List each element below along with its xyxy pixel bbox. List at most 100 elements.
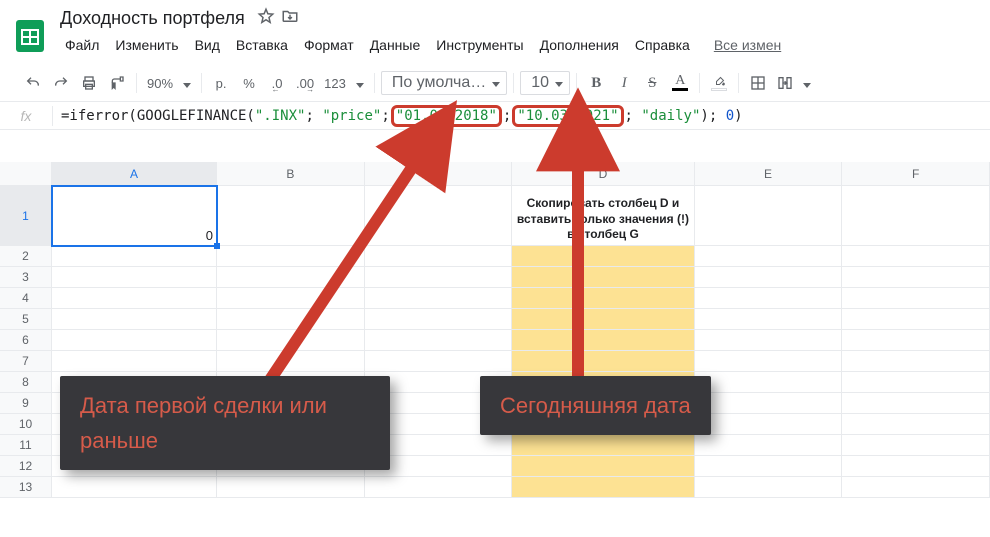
- row-header-9[interactable]: 9: [0, 393, 51, 414]
- last-edit-link[interactable]: Все измен: [707, 35, 788, 55]
- annotation-label-left: Дата первой сделки или раньше: [60, 376, 390, 470]
- cell[interactable]: [512, 435, 694, 456]
- menu-view[interactable]: Вид: [188, 35, 227, 55]
- cell[interactable]: [695, 309, 843, 330]
- cell[interactable]: [842, 246, 990, 267]
- cell[interactable]: [695, 288, 843, 309]
- cell[interactable]: [695, 351, 843, 372]
- cell[interactable]: [695, 267, 843, 288]
- col-header-F[interactable]: F: [842, 162, 990, 185]
- print-icon[interactable]: [76, 70, 102, 96]
- select-all-corner[interactable]: [0, 162, 52, 186]
- row-header-5[interactable]: 5: [0, 309, 51, 330]
- cell[interactable]: [842, 267, 990, 288]
- spreadsheet-grid: A B C D E F 1 2 3 4 5 6 7 8 9 10 11 12 1…: [0, 162, 990, 537]
- cell[interactable]: [842, 372, 990, 393]
- cell[interactable]: [842, 288, 990, 309]
- cell[interactable]: [695, 393, 843, 414]
- star-icon[interactable]: [257, 7, 275, 30]
- cell[interactable]: [695, 246, 843, 267]
- increase-decimals[interactable]: .00→: [292, 70, 318, 96]
- cell[interactable]: [52, 330, 217, 351]
- formula-bar: fx =iferror(GOOGLEFINANCE(".INX"; "price…: [0, 102, 990, 130]
- cell[interactable]: [842, 351, 990, 372]
- menu-addons[interactable]: Дополнения: [533, 35, 626, 55]
- menu-format[interactable]: Формат: [297, 35, 361, 55]
- cell[interactable]: [842, 309, 990, 330]
- cell[interactable]: [842, 477, 990, 498]
- col-header-E[interactable]: E: [695, 162, 843, 185]
- cell[interactable]: [842, 330, 990, 351]
- italic-button[interactable]: I: [611, 70, 637, 96]
- menu-edit[interactable]: Изменить: [108, 35, 185, 55]
- move-folder-icon[interactable]: [281, 7, 299, 30]
- menu-help[interactable]: Справка: [628, 35, 697, 55]
- sheets-logo-icon[interactable]: [8, 14, 52, 58]
- menu-tools[interactable]: Инструменты: [429, 35, 530, 55]
- cell[interactable]: [52, 477, 217, 498]
- cell[interactable]: [695, 414, 843, 435]
- caret-down-icon: [492, 74, 500, 92]
- cell[interactable]: [52, 267, 217, 288]
- row-header-13[interactable]: 13: [0, 477, 51, 498]
- cell[interactable]: [512, 456, 694, 477]
- doc-title[interactable]: Доходность портфеля: [58, 6, 251, 31]
- undo-icon[interactable]: [20, 70, 46, 96]
- format-percent[interactable]: %: [236, 70, 262, 96]
- row-header-10[interactable]: 10: [0, 414, 51, 435]
- column-headers: A B C D E F: [52, 162, 990, 186]
- cell-F1[interactable]: [842, 186, 990, 246]
- more-formats[interactable]: 123: [320, 70, 368, 96]
- cell-A1[interactable]: 0: [52, 186, 217, 246]
- zoom-select[interactable]: 90%: [143, 70, 195, 96]
- cell[interactable]: [842, 456, 990, 477]
- row-headers: 1 2 3 4 5 6 7 8 9 10 11 12 13: [0, 186, 52, 498]
- row-header-3[interactable]: 3: [0, 267, 51, 288]
- cell-E1[interactable]: [695, 186, 843, 246]
- formula-input[interactable]: =iferror(GOOGLEFINANCE(".INX"; "price";"…: [53, 105, 990, 127]
- font-family-select[interactable]: По умолча…: [381, 71, 507, 95]
- row-header-12[interactable]: 12: [0, 456, 51, 477]
- merge-cells-button[interactable]: [773, 70, 815, 96]
- borders-button[interactable]: [745, 70, 771, 96]
- row-header-1[interactable]: 1: [0, 186, 51, 246]
- cell[interactable]: [695, 435, 843, 456]
- row-header-2[interactable]: 2: [0, 246, 51, 267]
- paint-format-icon[interactable]: [104, 70, 130, 96]
- cell[interactable]: [512, 477, 694, 498]
- redo-icon[interactable]: [48, 70, 74, 96]
- bold-button[interactable]: B: [583, 70, 609, 96]
- cell[interactable]: [217, 477, 365, 498]
- format-currency[interactable]: р.: [208, 70, 234, 96]
- cell[interactable]: [52, 288, 217, 309]
- caret-down-icon: [183, 76, 191, 91]
- menu-file[interactable]: Файл: [58, 35, 106, 55]
- cell[interactable]: [365, 477, 513, 498]
- menu-data[interactable]: Данные: [363, 35, 428, 55]
- strikethrough-button[interactable]: S: [639, 70, 665, 96]
- cell[interactable]: [695, 330, 843, 351]
- row-header-11[interactable]: 11: [0, 435, 51, 456]
- row-header-7[interactable]: 7: [0, 351, 51, 372]
- cell[interactable]: [842, 435, 990, 456]
- row-header-4[interactable]: 4: [0, 288, 51, 309]
- fx-icon[interactable]: fx: [0, 108, 52, 124]
- col-header-A[interactable]: A: [52, 162, 217, 185]
- row-header-6[interactable]: 6: [0, 330, 51, 351]
- font-size-select[interactable]: 10: [520, 71, 570, 95]
- decrease-decimals[interactable]: .0←: [264, 70, 290, 96]
- cell[interactable]: [842, 393, 990, 414]
- cell[interactable]: [695, 456, 843, 477]
- menu-insert[interactable]: Вставка: [229, 35, 295, 55]
- cell[interactable]: [52, 351, 217, 372]
- cell[interactable]: [842, 414, 990, 435]
- text-color-button[interactable]: A: [667, 70, 693, 96]
- cells-area[interactable]: 0 Скопировать столбец D и вставить тольк…: [52, 186, 990, 537]
- cell[interactable]: [695, 477, 843, 498]
- cell[interactable]: [52, 309, 217, 330]
- fill-color-button[interactable]: [706, 70, 732, 96]
- cell[interactable]: [695, 372, 843, 393]
- row-header-8[interactable]: 8: [0, 372, 51, 393]
- cell[interactable]: [52, 246, 217, 267]
- arrow-annotation-left: [250, 155, 450, 385]
